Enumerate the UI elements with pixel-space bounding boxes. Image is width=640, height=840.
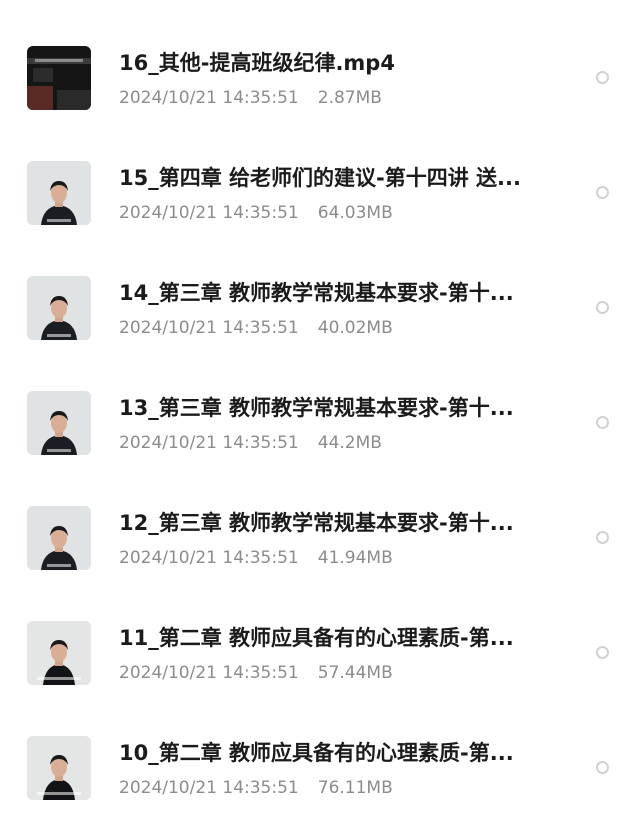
file-row[interactable]: 12_第三章 教师教学常规基本要求-第十... 2024/10/21 14:35… (0, 492, 640, 607)
select-radio[interactable] (596, 761, 609, 774)
file-row[interactable]: 10_第二章 教师应具备有的心理素质-第... 2024/10/21 14:35… (0, 722, 640, 837)
file-meta: 2024/10/21 14:35:51 57.44MB (119, 661, 393, 685)
file-row[interactable]: 15_第四章 给老师们的建议-第十四讲 送... 2024/10/21 14:3… (0, 147, 640, 262)
video-thumbnail (27, 161, 91, 225)
file-size: 40.02MB (317, 318, 393, 338)
file-row[interactable]: 13_第三章 教师教学常规基本要求-第十... 2024/10/21 14:35… (0, 377, 640, 492)
file-date: 2024/10/21 14:35:51 (119, 88, 299, 108)
file-meta: 2024/10/21 14:35:51 41.94MB (119, 546, 393, 570)
file-name: 15_第四章 给老师们的建议-第十四讲 送... (119, 166, 521, 190)
file-size: 57.44MB (317, 663, 393, 683)
video-thumbnail (27, 391, 91, 455)
select-radio[interactable] (596, 531, 609, 544)
select-radio[interactable] (596, 301, 609, 314)
file-list: 16_其他-提高班级纪律.mp4 2024/10/21 14:35:51 2.87… (0, 0, 640, 840)
file-row[interactable]: 14_第三章 教师教学常规基本要求-第十... 2024/10/21 14:35… (0, 262, 640, 377)
file-date: 2024/10/21 14:35:51 (119, 548, 299, 568)
file-size: 44.2MB (317, 433, 382, 453)
file-meta: 2024/10/21 14:35:51 40.02MB (119, 316, 393, 340)
select-radio[interactable] (596, 416, 609, 429)
file-date: 2024/10/21 14:35:51 (119, 203, 299, 223)
file-date: 2024/10/21 14:35:51 (119, 318, 299, 338)
file-date: 2024/10/21 14:35:51 (119, 663, 299, 683)
select-radio[interactable] (596, 646, 609, 659)
select-radio[interactable] (596, 186, 609, 199)
file-size: 2.87MB (317, 88, 382, 108)
video-thumbnail (27, 621, 91, 685)
file-name: 12_第三章 教师教学常规基本要求-第十... (119, 511, 514, 535)
file-name: 10_第二章 教师应具备有的心理素质-第... (119, 741, 514, 765)
video-thumbnail (27, 736, 91, 800)
file-date: 2024/10/21 14:35:51 (119, 778, 299, 798)
file-size: 64.03MB (317, 203, 393, 223)
file-name: 13_第三章 教师教学常规基本要求-第十... (119, 396, 514, 420)
file-size: 76.11MB (317, 778, 393, 798)
file-meta: 2024/10/21 14:35:51 2.87MB (119, 86, 382, 110)
file-row[interactable]: 11_第二章 教师应具备有的心理素质-第... 2024/10/21 14:35… (0, 607, 640, 722)
video-thumbnail (27, 506, 91, 570)
file-meta: 2024/10/21 14:35:51 44.2MB (119, 431, 382, 455)
file-date: 2024/10/21 14:35:51 (119, 433, 299, 453)
file-row[interactable]: 16_其他-提高班级纪律.mp4 2024/10/21 14:35:51 2.87… (0, 32, 640, 147)
file-name: 11_第二章 教师应具备有的心理素质-第... (119, 626, 514, 650)
file-name: 14_第三章 教师教学常规基本要求-第十... (119, 281, 514, 305)
file-meta: 2024/10/21 14:35:51 76.11MB (119, 776, 393, 800)
file-name: 16_其他-提高班级纪律.mp4 (119, 51, 395, 75)
select-radio[interactable] (596, 71, 609, 84)
video-thumbnail (27, 46, 91, 110)
video-thumbnail (27, 276, 91, 340)
file-meta: 2024/10/21 14:35:51 64.03MB (119, 201, 393, 225)
file-size: 41.94MB (317, 548, 393, 568)
